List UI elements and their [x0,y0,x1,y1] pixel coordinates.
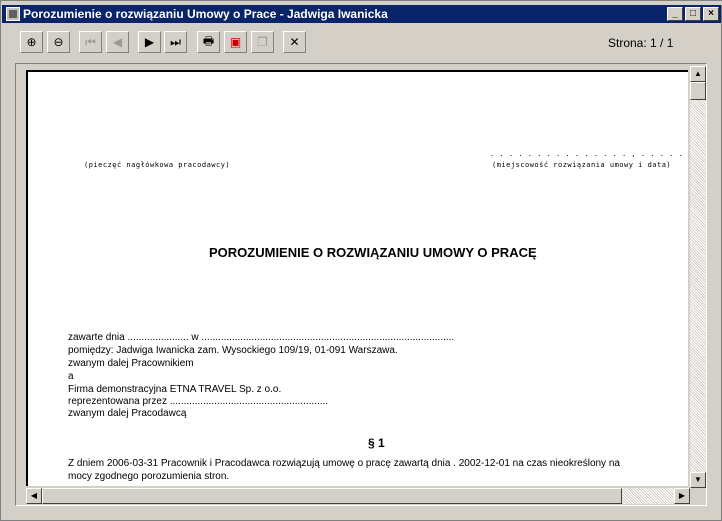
app-icon [6,7,20,21]
close-window-button[interactable]: × [703,7,719,21]
pdf-icon: ▣ [229,35,242,49]
document-title: POROZUMIENIE O ROZWIĄZANIU UMOWY O PRACĘ [209,245,537,260]
company-line: Firma demonstracyjna ETNA TRAVEL Sp. z o… [68,384,282,395]
document-page: . . . . . . . . . . . . . . . , . . . . … [26,70,688,486]
employee-line: zwanym dalej Pracownikiem [68,358,194,369]
toolbar: ⊕ ⊖ ⏮ ◀ ▶ ⏭ 🖶 ▣ ❐ ✕ Strona: 1 / 1 [1,31,722,57]
prev-page-icon: ◀ [112,35,123,49]
window-title: Porozumienie o rozwiązaniu Umowy o Prace… [23,7,388,21]
last-page-icon: ⏭ [170,34,181,49]
horizontal-scroll-thumb[interactable] [42,488,622,504]
vertical-scroll-thumb[interactable] [690,82,706,100]
employer-line: zwanym dalej Pracodawcą [68,408,187,419]
document-content: . . . . . . . . . . . . . . . , . . . . … [28,72,688,486]
export-pdf-button[interactable]: ▣ [224,31,247,53]
place-date-dots: . . . . . . . . . . . . . . . , . . . . … [490,150,688,158]
preview-area: . . . . . . . . . . . . . . . , . . . . … [15,63,707,506]
report-window: Porozumienie o rozwiązaniu Umowy o Prace… [0,0,722,521]
zoom-out-icon: ⊖ [53,35,64,49]
stamp-caption: (pieczęć nagłówkowa pracodawcy) [84,161,231,169]
prev-page-button[interactable]: ◀ [106,31,129,53]
printer-icon: 🖶 [202,33,215,48]
scroll-right-button[interactable]: ▶ [674,488,690,504]
place-date-caption: (miejscowość rozwiązania umowy i data) [492,161,672,169]
close-icon: ✕ [289,35,300,49]
parties-line: pomiędzy: Jadwiga Iwanicka zam. Wysockie… [68,345,398,356]
minimize-button[interactable]: _ [667,7,683,21]
contract-date-line: zawarte dnia ...................... w ..… [68,332,455,343]
represented-by-line: reprezentowana przez ...................… [68,396,329,407]
zoom-in-icon: ⊕ [26,35,37,49]
arrow-left-icon: ◀ [30,491,38,500]
copy-button[interactable]: ❐ [251,31,274,53]
arrow-down-icon: ▼ [694,475,702,484]
next-page-button[interactable]: ▶ [138,31,161,53]
scroll-up-button[interactable]: ▲ [690,66,706,82]
horizontal-scrollbar[interactable]: ◀ ▶ [26,488,690,504]
next-page-icon: ▶ [144,35,155,49]
page-indicator: Strona: 1 / 1 [608,36,674,50]
close-preview-button[interactable]: ✕ [283,31,306,53]
arrow-right-icon: ▶ [678,491,686,500]
paragraph-line-1: Z dniem 2006-03-31 Pracownik i Pracodawc… [68,458,620,469]
maximize-button[interactable]: □ [685,7,701,21]
print-button[interactable]: 🖶 [197,31,220,53]
first-page-icon: ⏮ [85,34,96,49]
last-page-button[interactable]: ⏭ [164,31,187,53]
title-bar[interactable]: Porozumienie o rozwiązaniu Umowy o Prace… [2,5,721,23]
vertical-scrollbar[interactable]: ▲ ▼ [690,66,706,488]
copy-icon: ❐ [257,35,268,49]
and-line: a [68,371,74,382]
first-page-button[interactable]: ⏮ [79,31,102,53]
zoom-in-button[interactable]: ⊕ [20,31,43,53]
paragraph-line-2: mocy zgodnego porozumienia stron. [68,471,230,482]
arrow-up-icon: ▲ [694,69,702,78]
section-heading: § 1 [368,436,385,450]
scroll-left-button[interactable]: ◀ [26,488,42,504]
scroll-down-button[interactable]: ▼ [690,472,706,488]
zoom-out-button[interactable]: ⊖ [47,31,70,53]
